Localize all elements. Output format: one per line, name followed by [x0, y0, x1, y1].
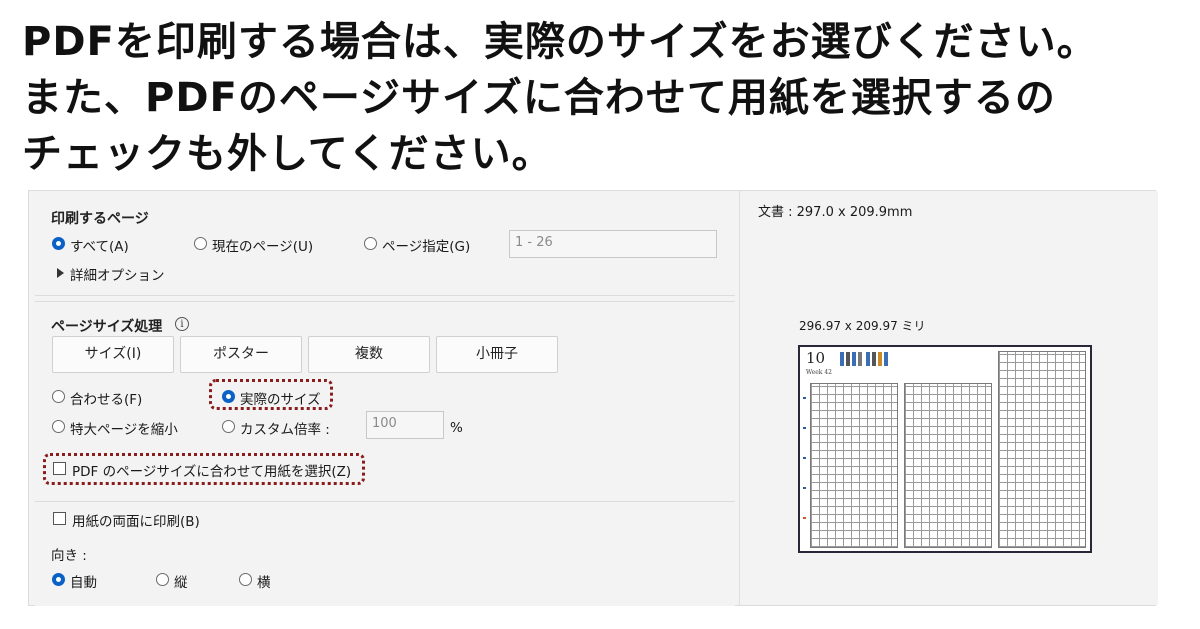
page-preview[interactable]: 10 Week 42 [798, 345, 1092, 553]
document-size-label: 文書 : 297.0 x 209.9mm [758, 205, 913, 220]
label-all-pages[interactable]: すべて(A) [70, 235, 129, 255]
label-orientation-portrait[interactable]: 縦 [174, 571, 188, 591]
mini-calendar-icon [846, 352, 850, 366]
label-fit[interactable]: 合わせる(F) [70, 388, 142, 408]
label-custom-scale[interactable]: カスタム倍率 : [240, 418, 330, 438]
sidebar-marker [803, 517, 806, 519]
checkbox-paper-by-pdf[interactable] [53, 462, 66, 475]
headline-line-3: チェックも外してください。 [22, 131, 553, 177]
label-shrink-oversized[interactable]: 特大ページを縮小 [70, 418, 178, 438]
radio-current-page[interactable] [194, 237, 207, 250]
sidebar-marker [803, 457, 806, 459]
instruction-headline: PDFを印刷する場合は、実際のサイズをお選びください。 また、PDFのページサイ… [22, 14, 1192, 182]
sidebar-marker [803, 487, 806, 489]
mini-calendar-icon [878, 352, 882, 366]
mini-calendar-icon [866, 352, 870, 366]
label-paper-by-pdf[interactable]: PDF のページサイズに合わせて用紙を選択(Z) [72, 460, 351, 480]
radio-orientation-auto[interactable] [52, 573, 65, 586]
duplex-orientation-section: 用紙の両面に印刷(B) 向き : 自動 縦 横 [35, 501, 735, 606]
label-actual-size[interactable]: 実際のサイズ [240, 388, 321, 408]
orientation-title: 向き : [51, 548, 87, 564]
grid-column-2 [904, 383, 992, 548]
print-settings-panel: 印刷するページ すべて(A) 現在のページ(U) ページ指定(G) 1 - 26… [29, 191, 737, 607]
mini-calendar-icon [840, 352, 844, 366]
page-sizing-section: ページサイズ処理 i サイズ(I) ポスター 複数 小冊子 合わせる(F) 実際… [35, 301, 735, 498]
headline-line-2: また、PDFのページサイズに合わせて用紙を選択するの [22, 75, 1056, 121]
label-orientation-landscape[interactable]: 横 [257, 571, 271, 591]
paper-size-label: 296.97 x 209.97 ミリ [799, 319, 926, 333]
mini-calendar-icon [872, 352, 876, 366]
radio-custom-scale[interactable] [222, 420, 235, 433]
sidebar-marker [803, 427, 806, 429]
info-icon[interactable]: i [175, 317, 189, 331]
percent-label: % [450, 420, 463, 436]
size-button[interactable]: サイズ(I) [52, 336, 174, 373]
mini-calendar-icon [858, 352, 862, 366]
headline-line-1: PDFを印刷する場合は、実際のサイズをお選びください。 [22, 19, 1098, 65]
booklet-button[interactable]: 小冊子 [436, 336, 558, 373]
preview-panel: 文書 : 297.0 x 209.9mm 296.97 x 209.97 ミリ … [739, 191, 1158, 605]
grid-column-3 [998, 351, 1086, 548]
checkbox-duplex[interactable] [53, 512, 66, 525]
mini-calendar-icon [852, 352, 856, 366]
page-range-input[interactable]: 1 - 26 [509, 230, 717, 258]
radio-page-range[interactable] [364, 237, 377, 250]
poster-button[interactable]: ポスター [180, 336, 302, 373]
label-orientation-auto[interactable]: 自動 [70, 571, 97, 591]
label-duplex[interactable]: 用紙の両面に印刷(B) [72, 510, 200, 530]
page-sizing-title: ページサイズ処理 [51, 319, 163, 335]
radio-orientation-landscape[interactable] [239, 573, 252, 586]
preview-day-number: 10 [806, 349, 826, 367]
label-current-page[interactable]: 現在のページ(U) [212, 235, 313, 255]
sidebar-marker [803, 397, 806, 399]
radio-shrink-oversized[interactable] [52, 420, 65, 433]
expand-triangle-icon[interactable] [57, 268, 64, 278]
more-options-link[interactable]: 詳細オプション [70, 264, 165, 284]
print-dialog: 印刷するページ すべて(A) 現在のページ(U) ページ指定(G) 1 - 26… [28, 190, 1158, 607]
preview-week-label: Week 42 [806, 369, 832, 376]
radio-all-pages[interactable] [52, 237, 65, 250]
radio-orientation-portrait[interactable] [156, 573, 169, 586]
custom-scale-input[interactable]: 100 [366, 411, 444, 439]
radio-fit[interactable] [52, 390, 65, 403]
pages-to-print-section: 印刷するページ すべて(A) 現在のページ(U) ページ指定(G) 1 - 26… [35, 195, 735, 296]
label-page-range[interactable]: ページ指定(G) [382, 235, 470, 255]
radio-actual-size[interactable] [222, 390, 235, 403]
multiple-button[interactable]: 複数 [308, 336, 430, 373]
pages-to-print-title: 印刷するページ [51, 211, 149, 227]
grid-column-1 [810, 383, 898, 548]
mini-calendar-icon [884, 352, 888, 366]
